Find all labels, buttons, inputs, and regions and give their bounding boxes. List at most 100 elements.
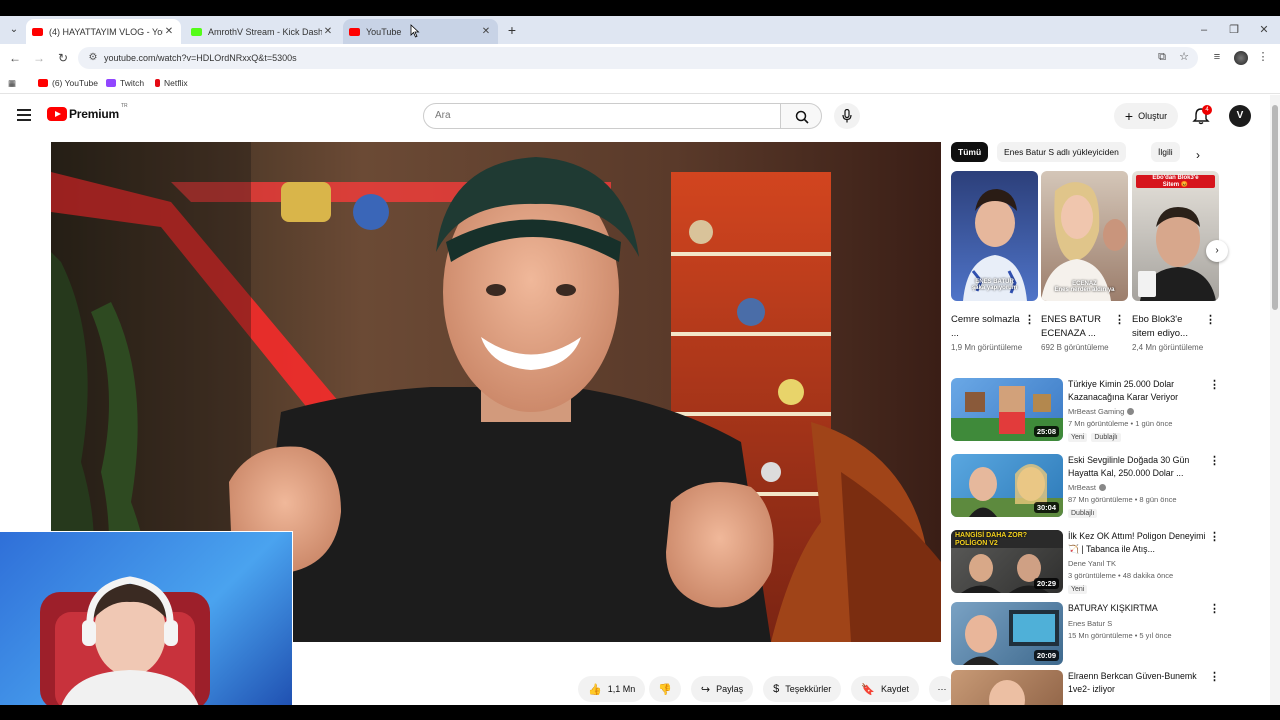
- chips-next-chevron-icon[interactable]: ›: [1196, 148, 1200, 162]
- badges: Dublajlı: [1068, 509, 1101, 518]
- chip-related[interactable]: İlgili: [1151, 142, 1180, 162]
- video-thumbnail[interactable]: 25:08: [951, 378, 1063, 441]
- bookmark-twitch[interactable]: Twitch: [106, 76, 144, 90]
- filter-chips: Tümü Enes Batur S adlı yükleyiciden İlgi…: [951, 142, 1219, 162]
- voice-search-button[interactable]: [834, 103, 860, 129]
- channel-name-text: MrBeast: [1068, 483, 1096, 492]
- reload-icon[interactable]: ↻: [55, 50, 71, 66]
- search-button[interactable]: [780, 103, 822, 129]
- browser-menu-icon[interactable]: ⋮: [1256, 50, 1270, 64]
- forward-arrow-icon[interactable]: →: [31, 50, 47, 66]
- tab-2[interactable]: AmrothV Stream - Kick Dashboard ✕: [185, 19, 340, 44]
- video-meta: 3 görüntüleme • 48 dakika önce: [1068, 571, 1174, 580]
- page-scrollbar[interactable]: [1270, 95, 1280, 705]
- channel-name[interactable]: Dene Yanıl TK: [1068, 559, 1116, 568]
- bookmark-netflix[interactable]: Netflix: [155, 76, 188, 90]
- like-button[interactable]: 👍 1,1 Mn: [578, 676, 646, 702]
- video-thumbnail[interactable]: 20:09: [951, 602, 1063, 665]
- more-options-icon[interactable]: ⋮: [1209, 454, 1220, 467]
- video-meta: 7 Mn görüntüleme • 1 gün önce: [1068, 419, 1173, 428]
- back-arrow-icon[interactable]: ←: [7, 50, 23, 66]
- badge-dubbed: Dublajlı: [1091, 433, 1121, 442]
- chip-from-uploader[interactable]: Enes Batur S adlı yükleyiciden: [997, 142, 1126, 162]
- address-bar[interactable]: ⚙ youtube.com/watch?v=HDLOrdNRxxQ&t=5300…: [78, 47, 1198, 69]
- create-button[interactable]: + Oluştur: [1114, 103, 1178, 129]
- channel-name[interactable]: MrBeast Gaming: [1068, 407, 1135, 416]
- youtube-favicon-icon: [349, 27, 360, 36]
- channel-name[interactable]: Enes Batur S: [1068, 619, 1112, 628]
- short-more-icon[interactable]: ⋮: [1024, 313, 1035, 326]
- video-title[interactable]: Elraenn Berkcan Güven-Bunemk 1ve2- izliy…: [1068, 670, 1206, 696]
- short-item[interactable]: Ebo'dan Blok3'e Sitem 😡 Ebo Blok3'e site…: [1132, 171, 1219, 352]
- short-thumbnail[interactable]: ECENAZ Enes nerden aldın ya: [1041, 171, 1128, 301]
- recommendation-item[interactable]: HANGİSİ DAHA ZOR? POLİGON V2 20:29 İlk Ke…: [951, 530, 1221, 596]
- bookmark-star-icon[interactable]: ☆: [1177, 50, 1191, 64]
- short-title[interactable]: ENES BATUR ECENAZA ...: [1041, 313, 1111, 341]
- close-tab-icon[interactable]: ✕: [322, 26, 334, 37]
- more-options-icon[interactable]: ⋮: [1209, 602, 1220, 615]
- video-title[interactable]: Eski Sevgilinle Doğada 30 Gün Hayatta Ka…: [1068, 454, 1206, 480]
- thanks-button[interactable]: $ Teşekkürler: [763, 676, 842, 702]
- video-thumbnail[interactable]: 30:04: [951, 454, 1063, 517]
- short-item[interactable]: ENES BATUR şaka yapıyorum Cemre solmazla…: [951, 171, 1038, 352]
- tab-1[interactable]: (4) HAYATTAYIM VLOG - YouTube ✕: [26, 19, 181, 44]
- short-views: 692 B görüntüleme: [1041, 343, 1109, 352]
- mouse-cursor-icon: [410, 24, 420, 38]
- logo-region: TR: [120, 103, 128, 109]
- restore-icon[interactable]: ❐: [1226, 20, 1242, 40]
- tab-search-chevron-icon[interactable]: ⌄: [6, 22, 22, 38]
- short-more-icon[interactable]: ⋮: [1114, 313, 1125, 326]
- share-button[interactable]: ↪ Paylaş: [690, 676, 754, 702]
- short-thumbnail[interactable]: Ebo'dan Blok3'e Sitem 😡: [1132, 171, 1219, 301]
- browser-profile-avatar[interactable]: [1234, 51, 1248, 65]
- more-options-icon[interactable]: ⋮: [1209, 530, 1220, 543]
- recommendation-item[interactable]: 30:04 Eski Sevgilinle Doğada 30 Gün Haya…: [951, 454, 1221, 520]
- menu-hamburger-icon[interactable]: [17, 109, 31, 121]
- bookmarks-bar: ▦ (6) YouTube Twitch Netflix: [0, 72, 1280, 94]
- more-options-icon[interactable]: ⋮: [1209, 378, 1220, 391]
- tab-3[interactable]: YouTube ✕: [343, 19, 498, 44]
- screen-bottom-bar: [0, 705, 1280, 720]
- apps-grid-icon[interactable]: ▦: [8, 76, 16, 90]
- save-button[interactable]: 🔖 Kaydet: [851, 676, 920, 702]
- like-count: 1,1 Mn: [607, 684, 636, 694]
- video-title[interactable]: BATURAY KIŞKIRTMA: [1068, 602, 1206, 615]
- close-tab-icon[interactable]: ✕: [480, 26, 492, 37]
- short-thumbnail[interactable]: ENES BATUR şaka yapıyorum: [951, 171, 1038, 301]
- minimize-icon[interactable]: –: [1196, 20, 1212, 40]
- site-settings-icon[interactable]: ⚙: [86, 51, 100, 65]
- close-tab-icon[interactable]: ✕: [163, 26, 175, 37]
- install-app-icon[interactable]: ⧉: [1155, 50, 1169, 64]
- chip-all[interactable]: Tümü: [951, 142, 989, 162]
- url-text[interactable]: youtube.com/watch?v=HDLOrdNRxxQ&t=5300s: [104, 51, 297, 65]
- short-title[interactable]: Ebo Blok3'e sitem ediyo...: [1132, 313, 1202, 341]
- search-input[interactable]: Ara: [423, 103, 781, 129]
- short-item[interactable]: ECENAZ Enes nerden aldın ya ENES BATUR E…: [1041, 171, 1128, 352]
- recommendation-item[interactable]: 25:08 Türkiye Kimin 25.000 Dolar Kazanac…: [951, 378, 1221, 444]
- shorts-next-chevron-icon[interactable]: ›: [1206, 240, 1228, 262]
- short-title[interactable]: Cemre solmazla ...: [951, 313, 1021, 341]
- scrollbar-thumb[interactable]: [1272, 105, 1278, 310]
- channel-name[interactable]: MrBeast: [1068, 483, 1106, 492]
- bookmark-label: Netflix: [164, 78, 188, 88]
- account-avatar[interactable]: V: [1229, 105, 1251, 127]
- media-controls-icon[interactable]: ≡: [1210, 50, 1224, 64]
- share-label: Paylaş: [716, 684, 744, 694]
- video-duration: 25:08: [1033, 426, 1059, 437]
- video-actions-bar: 👍 1,1 Mn 👎 ↪ Paylaş $ Teşekkürler 🔖 Kayd…: [578, 676, 965, 702]
- youtube-premium-logo[interactable]: Premium TR: [47, 103, 128, 121]
- video-thumbnail[interactable]: HANGİSİ DAHA ZOR? POLİGON V2 20:29: [951, 530, 1063, 593]
- close-window-icon[interactable]: ✕: [1256, 20, 1272, 40]
- share-arrow-icon: ↪: [700, 683, 711, 696]
- more-options-icon[interactable]: ⋮: [1209, 670, 1220, 683]
- new-tab-plus-icon[interactable]: +: [505, 20, 519, 40]
- recommendation-item[interactable]: 20:09 BATURAY KIŞKIRTMA Enes Batur S 15 …: [951, 602, 1221, 668]
- bookmark-youtube[interactable]: (6) YouTube: [38, 76, 98, 90]
- short-more-icon[interactable]: ⋮: [1205, 313, 1216, 326]
- address-bar-row: ← → ↻ ⚙ youtube.com/watch?v=HDLOrdNRxxQ&…: [0, 44, 1280, 72]
- video-title[interactable]: İlk Kez OK Attım! Poligon Deneyimi 🏹 | T…: [1068, 530, 1206, 556]
- dislike-button[interactable]: 👎: [649, 676, 681, 702]
- screen-top-bar: [0, 0, 1280, 16]
- channel-name-text: MrBeast Gaming: [1068, 407, 1125, 416]
- video-title[interactable]: Türkiye Kimin 25.000 Dolar Kazanacağına …: [1068, 378, 1206, 404]
